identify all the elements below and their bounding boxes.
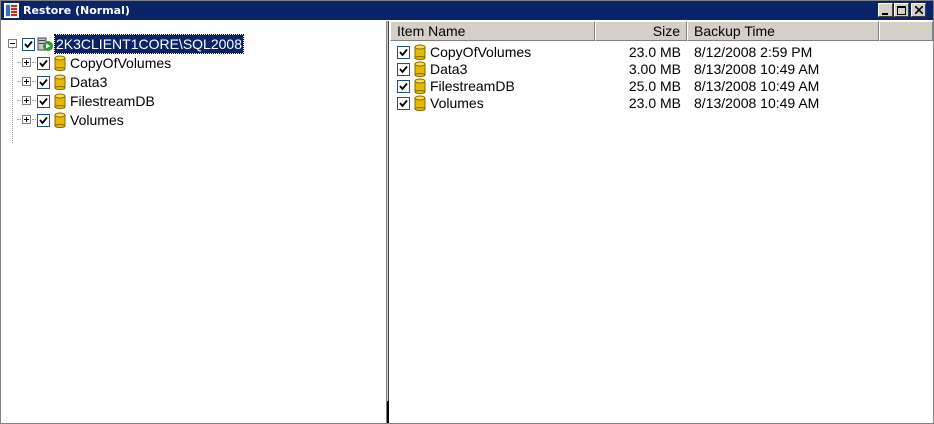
cell-backup-time: 8/12/2008 2:59 PM [694,44,813,60]
list-row[interactable]: CopyOfVolumes 23.0 MB 8/12/2008 2:59 PM [390,44,933,61]
tree-item-volumes[interactable]: Volumes [2,111,382,129]
list-row-checkbox[interactable] [397,80,410,93]
database-icon [414,95,426,111]
list-row-checkbox[interactable] [397,97,410,110]
minimize-icon [881,7,890,18]
tree-item-label: Data3 [70,74,108,90]
splitter-grip [387,401,389,423]
cell-size: 25.0 MB [628,78,681,94]
expand-icon[interactable] [22,58,31,67]
tree-item-checkbox[interactable] [37,57,50,70]
list-row[interactable]: Volumes 23.0 MB 8/13/2008 10:49 AM [390,95,933,112]
expand-icon[interactable] [22,96,31,105]
database-icon [414,44,426,60]
cell-backup-time: 8/13/2008 10:49 AM [694,78,820,94]
database-tree[interactable]: 2K3CLIENT1CORE\SQL2008 CopyOfVolumes Dat… [2,21,385,423]
tree-item-label: CopyOfVolumes [70,55,172,71]
tree-root-label: 2K3CLIENT1CORE\SQL2008 [54,34,244,54]
database-icon [54,112,66,128]
restore-window: Restore (Normal) 2K3CLIENT1CORE\SQL2008 … [0,0,934,424]
tree-item-filestreamdb[interactable]: FilestreamDB [2,92,382,110]
database-icon [414,61,426,77]
tree-root-node[interactable]: 2K3CLIENT1CORE\SQL2008 [2,34,382,54]
list-row[interactable]: Data3 3.00 MB 8/13/2008 10:49 AM [390,61,933,78]
expand-icon[interactable] [22,77,31,86]
close-button[interactable] [911,3,926,17]
tree-item-checkbox[interactable] [37,76,50,89]
tree-item-checkbox[interactable] [37,114,50,127]
database-icon [414,78,426,94]
tree-item-label: FilestreamDB [70,93,155,109]
tree-item-copyofvolumes[interactable]: CopyOfVolumes [2,54,382,72]
title-bar[interactable]: Restore (Normal) [1,1,933,20]
collapse-icon[interactable] [8,39,17,48]
database-icon [54,74,66,90]
pane-splitter[interactable] [386,21,389,423]
cell-backup-time: 8/13/2008 10:49 AM [694,61,820,77]
tree-item-data3[interactable]: Data3 [2,73,382,91]
cell-size: 3.00 MB [628,61,681,77]
tree-item-checkbox[interactable] [37,95,50,108]
column-header-backup-time[interactable]: Backup Time [687,21,879,41]
cell-size: 23.0 MB [628,44,681,60]
item-list[interactable]: Item Name Size Backup Time CopyOfVolumes… [390,21,933,423]
minimize-button[interactable] [878,3,893,17]
cell-item-name: CopyOfVolumes [430,44,532,60]
window-title: Restore (Normal) [23,4,130,17]
root-checkbox[interactable] [22,38,35,51]
cell-backup-time: 8/13/2008 10:49 AM [694,95,820,111]
server-icon [37,36,53,52]
cell-item-name: Volumes [430,95,484,111]
close-icon [913,5,924,17]
column-header-item-name[interactable]: Item Name [390,21,595,41]
cell-item-name: Data3 [430,61,468,77]
list-row[interactable]: FilestreamDB 25.0 MB 8/13/2008 10:49 AM [390,78,933,95]
column-header-filler [879,21,933,41]
cell-item-name: FilestreamDB [430,78,515,94]
list-row-checkbox[interactable] [397,63,410,76]
restore-app-icon [4,3,19,18]
cell-size: 23.0 MB [628,95,681,111]
database-icon [54,55,66,71]
column-header-size[interactable]: Size [595,21,687,41]
restore-icon [897,6,906,18]
maximize-button[interactable] [894,3,909,17]
list-row-checkbox[interactable] [397,46,410,59]
tree-item-label: Volumes [70,112,124,128]
database-icon [54,93,66,109]
expand-icon[interactable] [22,115,31,124]
